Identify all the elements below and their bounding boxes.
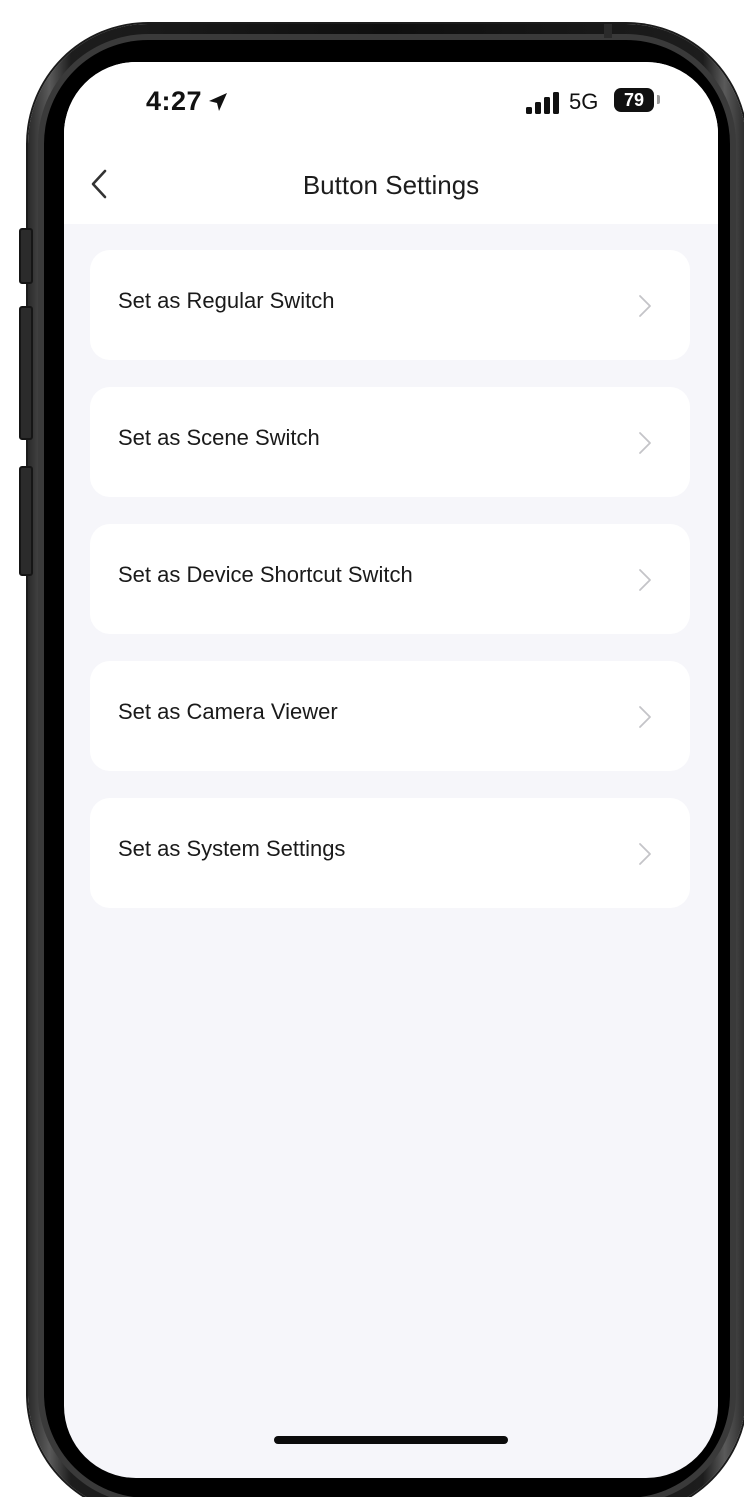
chevron-right-icon: [639, 295, 651, 317]
battery-icon: 79: [614, 88, 654, 112]
menu-item-label: Set as Scene Switch: [118, 425, 320, 450]
status-bar: 4:27 5G 79: [64, 62, 718, 142]
chevron-right-icon: [639, 432, 651, 454]
menu-item-label: Set as System Settings: [118, 836, 346, 861]
network-type: 5G: [569, 89, 599, 114]
mute-switch: [19, 228, 33, 284]
navigation-bar: Button Settings: [64, 142, 718, 224]
location-arrow-icon: [209, 93, 227, 111]
page-title: Button Settings: [302, 170, 480, 200]
menu-item-label: Set as Device Shortcut Switch: [118, 562, 413, 587]
menu-item-device-shortcut-switch[interactable]: Set as Device Shortcut Switch: [90, 524, 690, 634]
cellular-signal-icon: [526, 92, 559, 114]
device-mockup: 4:27 5G 79 Button Settings Set as Regula…: [0, 0, 744, 1497]
chevron-right-icon: [639, 569, 651, 591]
volume-up-button: [19, 306, 33, 440]
app-screen: 4:27 5G 79 Button Settings Set as Regula…: [64, 62, 718, 1478]
menu-item-regular-switch[interactable]: Set as Regular Switch: [90, 250, 690, 360]
home-indicator[interactable]: [274, 1436, 508, 1444]
chevron-right-icon: [639, 706, 651, 728]
frame-antenna-line: [604, 24, 612, 38]
status-time: 4:27: [146, 86, 203, 116]
menu-item-label: Set as Regular Switch: [118, 288, 335, 313]
menu-item-camera-viewer[interactable]: Set as Camera Viewer: [90, 661, 690, 771]
battery-cap: [657, 95, 660, 104]
menu-item-scene-switch[interactable]: Set as Scene Switch: [90, 387, 690, 497]
menu-item-system-settings[interactable]: Set as System Settings: [90, 798, 690, 908]
chevron-right-icon: [639, 843, 651, 865]
volume-down-button: [19, 466, 33, 576]
settings-list: Set as Regular Switch Set as Scene Switc…: [90, 250, 690, 935]
menu-item-label: Set as Camera Viewer: [118, 699, 338, 724]
